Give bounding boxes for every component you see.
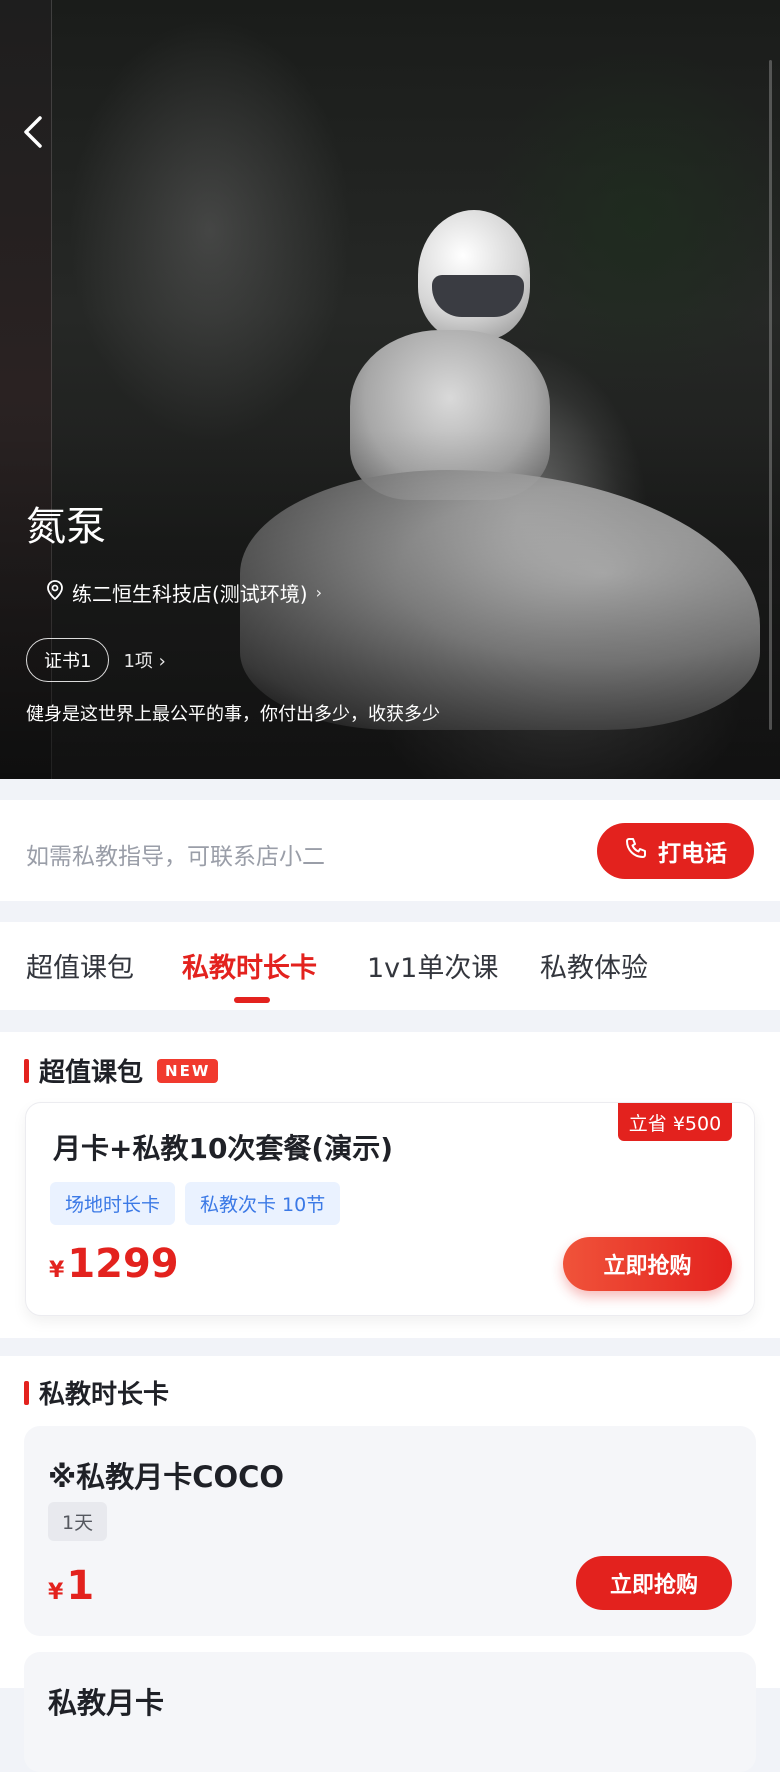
section-accent-bar: [24, 1058, 29, 1083]
time-card-title: ※私教月卡COCO: [48, 1460, 285, 1494]
certificate-count[interactable]: 1项 ›: [123, 647, 165, 673]
bundle-price: ¥ 1299: [49, 1241, 179, 1287]
call-button[interactable]: 打电话: [597, 823, 754, 879]
buy-now-button[interactable]: 立即抢购: [576, 1556, 732, 1610]
hero-photo-visor: [432, 275, 524, 317]
chevron-right-icon: ›: [315, 583, 323, 602]
tab-value-bundle[interactable]: 超值课包: [26, 946, 134, 985]
price-value: 1: [66, 1563, 95, 1609]
time-card-item[interactable]: ※私教月卡COCO 1天 ¥ 1 立即抢购: [24, 1426, 756, 1636]
course-tabs: 超值课包 私教时长卡 1v1单次课 私教体验: [0, 922, 780, 1010]
phone-icon: [624, 836, 648, 866]
bundle-card[interactable]: 立省 ¥500 月卡+私教10次套餐(演示) 场地时长卡 私教次卡 10节 ¥ …: [25, 1102, 755, 1316]
currency-symbol: ¥: [48, 1580, 64, 1605]
coach-hero: 氮泵 练二恒生科技店(测试环境) › 证书1 1项 › 健身是这世界上最公平的事…: [0, 0, 780, 779]
price-value: 1299: [67, 1241, 179, 1287]
duration-tag: 1天: [48, 1502, 108, 1541]
certificate-pill[interactable]: 证书1: [26, 638, 110, 682]
save-tag: 立省 ¥500: [618, 1103, 732, 1141]
coach-motto: 健身是这世界上最公平的事，你付出多少，收获多少: [26, 704, 440, 725]
hero-scroll-indicator: [769, 60, 772, 730]
section-title: 私教时长卡: [39, 1380, 170, 1410]
chip: 场地时长卡: [50, 1182, 176, 1225]
contact-hint: 如需私教指导，可联系店小二: [26, 844, 325, 870]
certificate-row[interactable]: 证书1 1项 ›: [26, 638, 166, 682]
tab-time-card[interactable]: 私教时长卡: [182, 946, 317, 985]
currency-symbol: ¥: [49, 1258, 65, 1283]
chevron-right-icon: ›: [158, 651, 166, 672]
tab-trial[interactable]: 私教体验: [540, 946, 648, 985]
time-card-price: ¥ 1: [48, 1563, 94, 1609]
section-title: 超值课包: [39, 1058, 144, 1088]
call-button-label: 打电话: [658, 841, 727, 867]
new-badge: NEW: [157, 1058, 219, 1083]
location-pin-icon: [46, 580, 64, 605]
store-location-link[interactable]: 练二恒生科技店(测试环境) ›: [46, 578, 322, 607]
back-arrow-icon[interactable]: [20, 112, 50, 152]
section-accent-bar: [24, 1380, 29, 1405]
bundle-section: 超值课包 NEW 立省 ¥500 月卡+私教10次套餐(演示) 场地时长卡 私教…: [0, 1032, 780, 1338]
active-tab-indicator: [234, 997, 270, 1003]
section-header: 超值课包 NEW: [24, 1052, 219, 1089]
bundle-title: 月卡+私教10次套餐(演示): [53, 1132, 394, 1165]
store-name: 练二恒生科技店(测试环境): [72, 582, 308, 606]
bundle-chips: 场地时长卡 私教次卡 10节: [50, 1182, 341, 1225]
time-card-item[interactable]: 私教月卡: [24, 1652, 756, 1772]
chip: 私教次卡 10节: [185, 1182, 341, 1225]
contact-bar: 如需私教指导，可联系店小二 打电话: [0, 800, 780, 901]
tab-single-class[interactable]: 1v1单次课: [367, 946, 498, 985]
buy-now-button[interactable]: 立即抢购: [563, 1237, 732, 1291]
time-card-title: 私教月卡: [48, 1686, 165, 1720]
time-card-section: 私教时长卡 ※私教月卡COCO 1天 ¥ 1 立即抢购 私教月卡: [0, 1356, 780, 1772]
coach-name: 氮泵: [26, 504, 106, 550]
section-header: 私教时长卡: [24, 1374, 169, 1411]
